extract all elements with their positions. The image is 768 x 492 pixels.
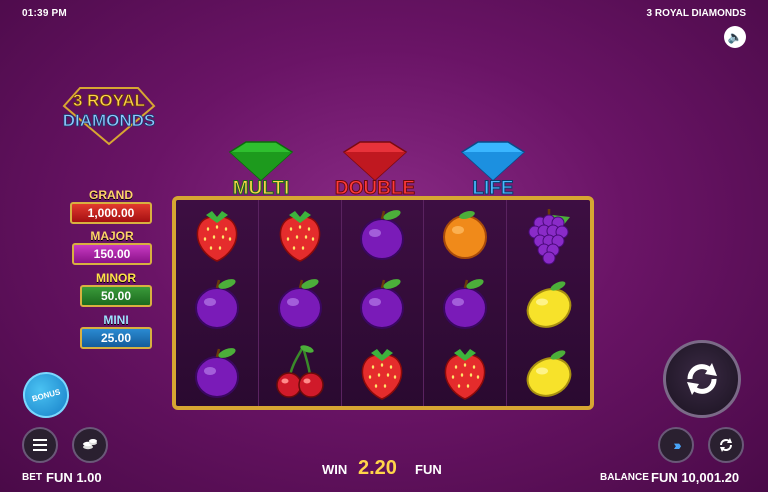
- win-currency: FUN: [415, 462, 442, 477]
- plum-icon: [194, 279, 239, 329]
- feature-life-label: LIFE: [472, 178, 513, 198]
- logo-line2: DIAMONDS: [63, 111, 156, 130]
- bet-label: BET: [22, 472, 42, 483]
- reel-cell: [176, 337, 259, 406]
- jackpot-major: MAJOR 150.00: [72, 229, 152, 265]
- jackpot-minor-label: MINOR: [96, 271, 136, 285]
- reel-cell: [259, 337, 342, 406]
- game-title: 3 ROYAL DIAMONDS: [646, 8, 746, 19]
- reel-cell: [342, 268, 425, 338]
- lemon-icon: [526, 281, 571, 328]
- reel-cell: [507, 200, 590, 269]
- green-diamond-icon: [228, 141, 294, 182]
- jackpot-grand-value: 1,000.00: [70, 202, 152, 224]
- bet-settings-button[interactable]: [72, 427, 108, 463]
- cherry-icon: [275, 344, 324, 398]
- reel-cell: [259, 268, 342, 338]
- win-label: WIN: [322, 462, 348, 477]
- reel-cell: [176, 200, 259, 269]
- strawberry-icon: [362, 348, 403, 400]
- menu-button[interactable]: [22, 427, 58, 463]
- feature-double-label: DOUBLE: [335, 178, 415, 198]
- autoplay-icon: [720, 438, 732, 452]
- spin-button[interactable]: [663, 340, 741, 418]
- clock: 01:39 PM: [22, 8, 67, 19]
- plum-icon: [443, 279, 488, 329]
- jackpot-major-value: 150.00: [72, 243, 152, 265]
- logo-line1: 3 ROYAL: [73, 91, 145, 110]
- reel-cell: [424, 268, 508, 338]
- jackpot-grand: GRAND 1,000.00: [70, 188, 152, 224]
- jackpot-minor-value: 50.00: [80, 285, 152, 307]
- autoplay-button[interactable]: [708, 427, 744, 463]
- balance-value: FUN 10,001.20: [651, 470, 740, 485]
- reel-cell: [176, 268, 259, 338]
- menu-icon: [33, 436, 47, 454]
- feature-gems: MULTI DOUBLE LIFE: [210, 140, 560, 200]
- coins-icon: [83, 439, 97, 450]
- plum-icon: [360, 210, 405, 261]
- jackpot-mini-value: 25.00: [80, 327, 152, 349]
- feature-multi-label: MULTI: [233, 178, 290, 198]
- bonus-button[interactable]: BONUS: [17, 366, 75, 424]
- jackpot-major-label: MAJOR: [90, 229, 134, 243]
- reel-cell: [259, 200, 342, 269]
- speaker-icon: 🔈: [727, 30, 743, 44]
- grapes-icon: [528, 209, 570, 265]
- reel-grid: [172, 196, 594, 410]
- strawberry-icon: [279, 211, 320, 263]
- sound-toggle-button[interactable]: 🔈: [724, 26, 746, 48]
- lemon-icon: [526, 350, 571, 397]
- reel-cell: [507, 337, 590, 406]
- reel-cell: [342, 337, 425, 406]
- plum-icon: [194, 347, 239, 398]
- turbo-icon: ›››: [673, 437, 682, 453]
- reel-cell: [507, 269, 590, 338]
- strawberry-icon: [196, 211, 238, 263]
- spin-icon: [687, 363, 717, 395]
- reel-cell: [342, 200, 425, 269]
- balance-label: BALANCE: [600, 472, 649, 483]
- plum-icon: [277, 279, 322, 329]
- turbo-button[interactable]: ›››: [658, 427, 694, 463]
- win-value: 2.20: [358, 457, 397, 479]
- reel-cell: [424, 337, 508, 406]
- bet-value: FUN 1.00: [46, 470, 102, 485]
- jackpot-minor: MINOR 50.00: [80, 271, 152, 307]
- red-diamond-icon: [342, 141, 408, 182]
- plum-icon: [360, 279, 405, 329]
- strawberry-icon: [444, 348, 486, 400]
- game-logo: 3 ROYAL DIAMONDS: [56, 84, 162, 146]
- blue-diamond-icon: [460, 141, 526, 182]
- jackpot-mini-label: MINI: [103, 313, 129, 327]
- reel-cell: [424, 200, 508, 269]
- orange-icon: [443, 211, 488, 260]
- jackpot-grand-label: GRAND: [89, 188, 133, 202]
- jackpot-mini: MINI 25.00: [80, 313, 152, 349]
